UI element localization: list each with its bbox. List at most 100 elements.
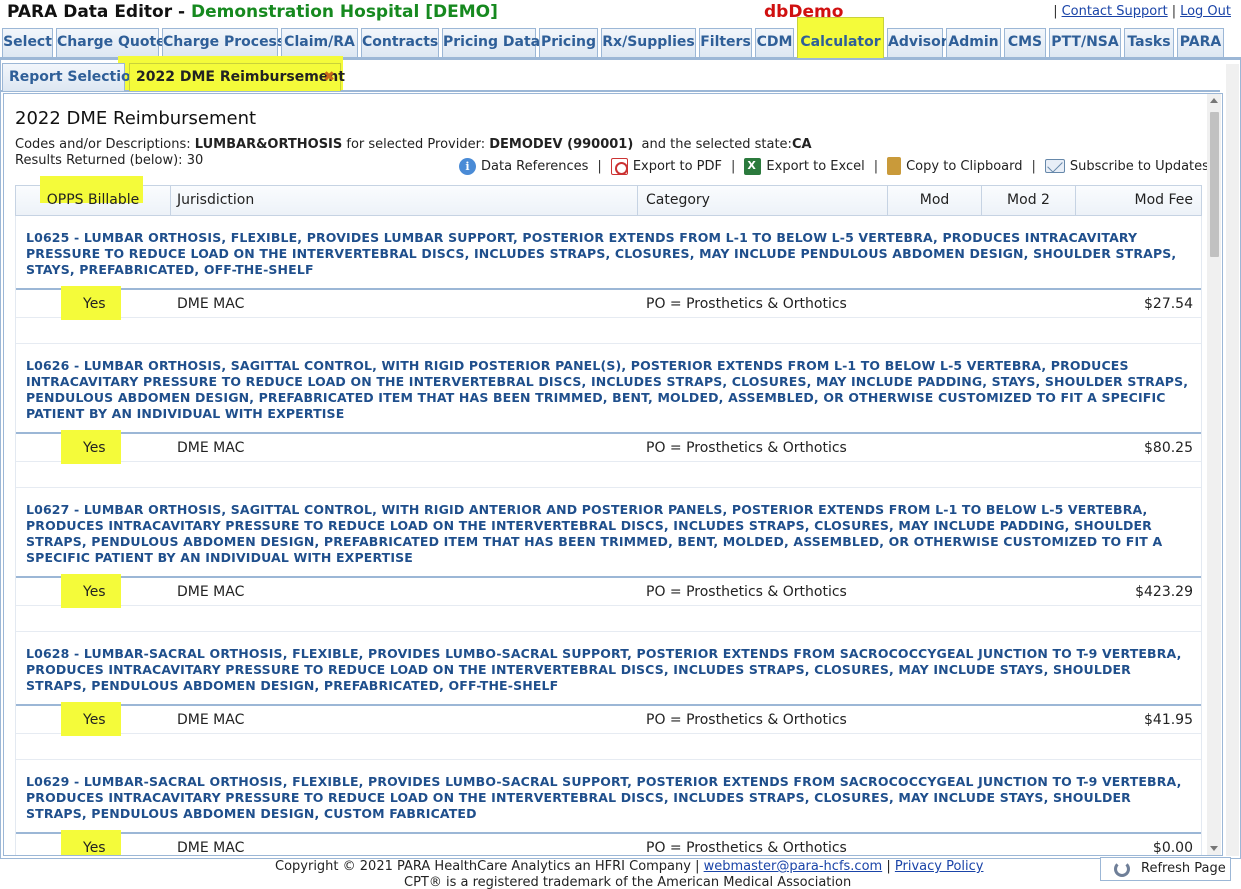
tab-report-selection[interactable]: Report Selection [2, 63, 141, 91]
table-row: Yes DME MAC PO = Prosthetics & Orthotics $0… [16, 830, 1201, 856]
scroll-thumb[interactable] [1210, 112, 1219, 257]
contact-support-link[interactable]: Contact Support [1062, 4, 1168, 19]
export-excel-label: Export to Excel [766, 158, 865, 174]
row-spacer [16, 606, 1201, 632]
criteria-label: Codes and/or Descriptions: [15, 137, 195, 152]
webmaster-email-link[interactable]: webmaster@para-hcfs.com [704, 859, 883, 874]
col-mod-fee[interactable]: Mod Fee [1076, 186, 1201, 215]
tab-contracts[interactable]: Contracts [361, 28, 439, 57]
results-line: Results Returned (below): 30 [15, 153, 203, 168]
tab-label: 2022 DME Reimbursement [136, 69, 345, 85]
mod-fee-cell: $27.54 [1144, 296, 1193, 312]
scroll-up-arrow-icon[interactable] [1210, 98, 1218, 103]
report-actions: i Data References | Export to PDF | Expor… [459, 157, 1209, 175]
clipboard-icon [887, 157, 902, 175]
excel-icon [744, 157, 762, 175]
col-mod2[interactable]: Mod 2 [982, 186, 1076, 215]
tab-advisor[interactable]: Advisor [887, 28, 948, 57]
tab-admin[interactable]: Admin [946, 28, 1001, 57]
code-group: L0626 - LUMBAR ORTHOSIS, SAGITTAL CONTRO… [15, 344, 1202, 488]
footer-line-1: Copyright © 2021 PARA HealthCare Analyti… [275, 859, 983, 874]
scroll-down-arrow-icon[interactable] [1210, 846, 1218, 851]
jurisdiction-cell: DME MAC [177, 712, 245, 728]
code-group: L0627 - LUMBAR ORTHOSIS, SAGITTAL CONTRO… [15, 488, 1202, 632]
state-label: and the selected state: [633, 137, 792, 152]
provider-label: for selected Provider: [342, 137, 490, 152]
panel-scrollbar[interactable] [1207, 94, 1221, 855]
jurisdiction-cell: DME MAC [177, 840, 245, 856]
export-excel-button[interactable]: Export to Excel [744, 157, 865, 175]
report-panel: 2022 DME Reimbursement Codes and/or Desc… [3, 93, 1223, 856]
top-links: | Contact Support | Log Out [1049, 4, 1231, 19]
jurisdiction-cell: DME MAC [177, 296, 245, 312]
tab-cdm[interactable]: CDM [755, 28, 794, 57]
action-separator: | [873, 158, 879, 174]
results-count: 30 [186, 153, 204, 168]
subscribe-button[interactable]: Subscribe to Updates [1044, 158, 1209, 174]
refresh-icon [1114, 861, 1130, 877]
action-separator: | [1031, 158, 1036, 174]
tab-pricing[interactable]: Pricing [539, 28, 598, 57]
results-label: Results Returned (below): [15, 153, 187, 168]
mod-fee-cell: $41.95 [1144, 712, 1193, 728]
privacy-policy-link[interactable]: Privacy Policy [895, 859, 984, 874]
jurisdiction-cell: DME MAC [177, 584, 245, 600]
tab-tasks[interactable]: Tasks [1124, 28, 1174, 57]
export-pdf-button[interactable]: Export to PDF [610, 157, 722, 175]
top-header: PARA Data Editor - Demonstration Hospita… [0, 0, 1241, 26]
tab-select[interactable]: Select [2, 28, 53, 57]
tab-claim-ra[interactable]: Claim/RA [281, 28, 358, 57]
table-row: Yes DME MAC PO = Prosthetics & Orthotics $2… [16, 286, 1201, 320]
app-title: PARA Data Editor - Demonstration Hospita… [7, 2, 498, 22]
col-category[interactable]: Category [638, 186, 888, 215]
copyright-text: Copyright © 2021 PARA HealthCare Analyti… [275, 859, 700, 874]
action-separator: | [731, 158, 736, 174]
opps-billable-cell: Yes [83, 584, 106, 600]
pdf-icon [610, 157, 628, 175]
info-icon: i [459, 157, 476, 175]
category-cell: PO = Prosthetics & Orthotics [646, 840, 847, 856]
data-references-label: Data References [481, 158, 589, 174]
subscribe-label: Subscribe to Updates [1069, 158, 1209, 174]
sub-tabs: Report Selection 2022 DME Reimbursement … [0, 62, 1220, 92]
col-mod[interactable]: Mod [888, 186, 982, 215]
tab-pricing-data[interactable]: Pricing Data [442, 28, 540, 57]
tab-ptt-nsa[interactable]: PTT/NSA [1049, 28, 1121, 57]
link-separator: | [1053, 4, 1058, 19]
tab-filters[interactable]: Filters [699, 28, 752, 57]
main-nav-tabs: Select Charge Quote Charge Process Claim/RA… [0, 17, 1241, 59]
data-references-button[interactable]: i Data References [459, 157, 589, 175]
tab-2022-dme-reimbursement[interactable]: 2022 DME Reimbursement ✖ [129, 63, 345, 91]
refresh-page-button[interactable]: Refresh Page [1100, 857, 1231, 881]
col-opps-billable[interactable]: OPPS Billable [16, 186, 171, 215]
opps-billable-cell: Yes [83, 296, 106, 312]
trademark-text: CPT® is a registered trademark of the Am… [404, 875, 852, 889]
code-description: L0629 - LUMBAR-SACRAL ORTHOSIS, FLEXIBLE… [16, 760, 1201, 834]
category-cell: PO = Prosthetics & Orthotics [646, 296, 847, 312]
table-row: Yes DME MAC PO = Prosthetics & Orthotics $4… [16, 702, 1201, 736]
close-tab-icon[interactable]: ✖ [323, 64, 335, 90]
report-title: 2022 DME Reimbursement [15, 108, 257, 129]
action-separator: | [597, 158, 602, 174]
row-spacer [16, 734, 1201, 760]
tab-charge-process[interactable]: Charge Process [162, 28, 285, 57]
code-description: L0626 - LUMBAR ORTHOSIS, SAGITTAL CONTRO… [16, 344, 1201, 434]
tab-cms[interactable]: CMS [1004, 28, 1046, 57]
category-cell: PO = Prosthetics & Orthotics [646, 584, 847, 600]
tab-calculator[interactable]: Calculator [797, 17, 884, 58]
code-group: L0629 - LUMBAR-SACRAL ORTHOSIS, FLEXIBLE… [15, 760, 1202, 856]
tab-para[interactable]: PARA [1177, 28, 1224, 57]
tab-charge-quote[interactable]: Charge Quote [56, 28, 166, 57]
col-jurisdiction[interactable]: Jurisdiction [171, 186, 638, 215]
tab-rx-supplies[interactable]: Rx/Supplies [601, 28, 696, 57]
row-spacer [16, 462, 1201, 488]
refresh-label: Refresh Page [1141, 861, 1226, 876]
mod-fee-cell: $423.29 [1135, 584, 1193, 600]
copy-clipboard-label: Copy to Clipboard [906, 158, 1023, 174]
log-out-link[interactable]: Log Out [1180, 4, 1231, 19]
opps-billable-cell: Yes [83, 840, 106, 856]
copy-clipboard-button[interactable]: Copy to Clipboard [887, 157, 1023, 175]
footer: Copyright © 2021 PARA HealthCare Analyti… [0, 859, 1241, 889]
code-description: L0627 - LUMBAR ORTHOSIS, SAGITTAL CONTRO… [16, 488, 1201, 578]
outer-scrollbar[interactable] [1226, 64, 1239, 856]
